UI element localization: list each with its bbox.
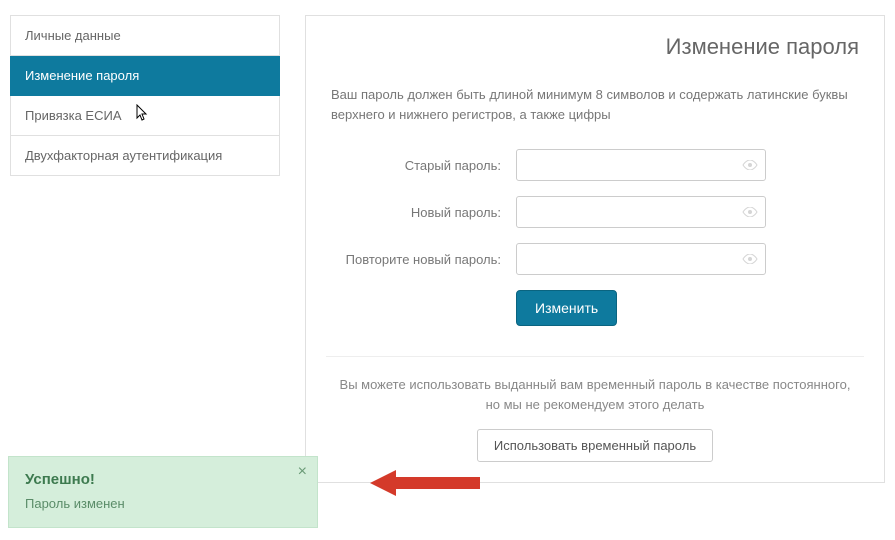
eye-icon[interactable] xyxy=(742,207,758,217)
submit-row: Изменить xyxy=(516,290,859,326)
main-panel: Изменение пароля Ваш пароль должен быть … xyxy=(305,15,885,483)
sidebar-item-password[interactable]: Изменение пароля xyxy=(10,56,280,96)
form-row-old: Старый пароль: xyxy=(331,149,859,181)
old-password-label: Старый пароль: xyxy=(331,158,516,173)
sidebar-item-personal[interactable]: Личные данные xyxy=(10,15,280,56)
sidebar: Личные данные Изменение пароля Привязка … xyxy=(10,15,280,483)
sidebar-item-label: Личные данные xyxy=(25,28,121,43)
sidebar-item-label: Изменение пароля xyxy=(25,68,139,83)
form-row-repeat: Повторите новый пароль: xyxy=(331,243,859,275)
eye-icon[interactable] xyxy=(742,254,758,264)
success-toast: × Успешно! Пароль изменен xyxy=(8,456,318,528)
sidebar-item-esia[interactable]: Привязка ЕСИА xyxy=(10,96,280,136)
toast-title: Успешно! xyxy=(25,471,301,488)
eye-icon[interactable] xyxy=(742,160,758,170)
new-password-label: Новый пароль: xyxy=(331,205,516,220)
sidebar-item-label: Двухфакторная аутентификация xyxy=(25,148,222,163)
page-title: Изменение пароля xyxy=(331,34,859,60)
submit-button[interactable]: Изменить xyxy=(516,290,617,326)
cursor-icon xyxy=(131,104,149,129)
old-password-input[interactable] xyxy=(516,149,766,181)
divider xyxy=(326,356,864,357)
new-password-input[interactable] xyxy=(516,196,766,228)
temp-password-hint: Вы можете использовать выданный вам врем… xyxy=(331,375,859,414)
input-wrap xyxy=(516,149,766,181)
input-wrap xyxy=(516,196,766,228)
sidebar-item-label: Привязка ЕСИА xyxy=(25,108,121,123)
input-wrap xyxy=(516,243,766,275)
use-temp-button[interactable]: Использовать временный пароль xyxy=(477,429,713,462)
repeat-password-input[interactable] xyxy=(516,243,766,275)
toast-close-button[interactable]: × xyxy=(298,463,307,481)
password-hint: Ваш пароль должен быть длиной минимум 8 … xyxy=(331,85,859,124)
annotation-arrow xyxy=(370,468,480,498)
form-row-new: Новый пароль: xyxy=(331,196,859,228)
toast-message: Пароль изменен xyxy=(25,496,301,511)
temp-btn-wrap: Использовать временный пароль xyxy=(331,429,859,462)
repeat-password-label: Повторите новый пароль: xyxy=(331,252,516,267)
sidebar-item-2fa[interactable]: Двухфакторная аутентификация xyxy=(10,136,280,176)
